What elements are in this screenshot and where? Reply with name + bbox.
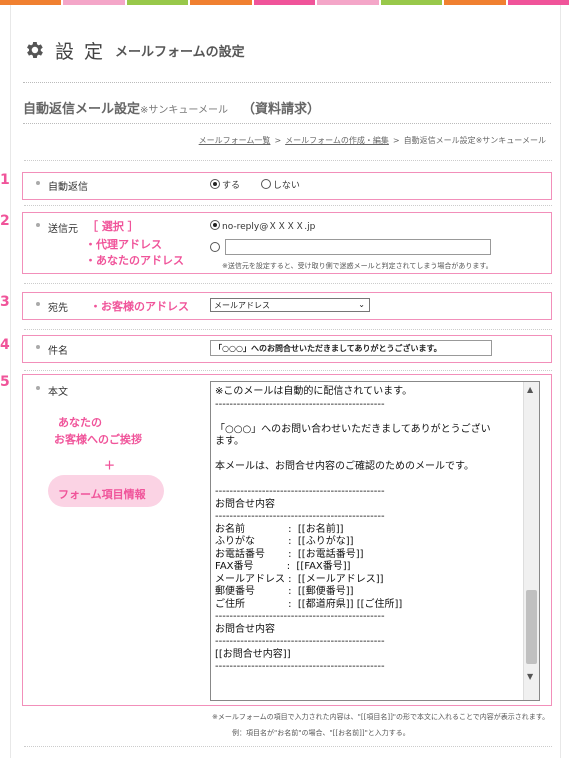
- bullet-icon: [36, 345, 40, 349]
- sender-note: ※送信元を設定すると、受け取り側で迷惑メールと判定されてしまう場合があります。: [222, 262, 493, 270]
- step-number-2: 2: [0, 213, 10, 229]
- auto-reply-options: する しない: [210, 178, 300, 191]
- sender-custom-input[interactable]: [225, 239, 491, 255]
- sender-annotation-proxy: ・代理アドレス: [85, 238, 162, 251]
- sender-option-1-label: no-reply@ＸＸＸＸ.jp: [222, 222, 316, 232]
- auto-reply-yes-label: する: [222, 181, 241, 191]
- body-textarea[interactable]: ※このメールは自動的に配信されています。 -------------------…: [210, 381, 540, 701]
- row-divider: [24, 160, 552, 161]
- scroll-down-icon[interactable]: ▼: [527, 672, 533, 681]
- step-number-3: 3: [0, 294, 10, 310]
- recipient-label: 宛先: [48, 303, 68, 314]
- section-title-paren: （資料請求）: [242, 102, 321, 117]
- recipient-annotation: ・お客様のアドレス: [90, 300, 189, 313]
- auto-reply-no[interactable]: しない: [260, 179, 300, 191]
- body-annotation-yours: あなたの: [58, 416, 102, 429]
- divider: [23, 82, 551, 83]
- section-title: 自動返信メール設定※サンキューメール （資料請求）: [23, 98, 320, 117]
- step-number-1: 1: [0, 172, 10, 188]
- radio-on-icon[interactable]: [210, 220, 220, 230]
- subject-label: 件名: [48, 346, 68, 357]
- body-label: 本文: [48, 387, 68, 398]
- radio-on-icon[interactable]: [210, 179, 220, 189]
- sender-option-2[interactable]: [210, 242, 222, 254]
- row-divider: [24, 746, 552, 747]
- step-number-4: 4: [0, 337, 10, 353]
- sender-option-1[interactable]: no-reply@ＸＸＸＸ.jp: [210, 219, 315, 232]
- bullet-icon: [36, 181, 40, 185]
- radio-off-icon[interactable]: [260, 179, 271, 189]
- breadcrumb: メールフォーム一覧 > メールフォームの作成・編集 > 自動返信メール設定※サンキューメ…: [199, 135, 546, 146]
- row-divider: [24, 329, 552, 330]
- bullet-icon: [36, 302, 40, 306]
- body-text: ※このメールは自動的に配信されています。 -------------------…: [215, 386, 491, 672]
- row-divider: [24, 370, 552, 371]
- gear-icon: [27, 42, 43, 58]
- body-scrollbar[interactable]: ▲ ▼: [523, 382, 539, 700]
- page-title: 設 定: [55, 40, 106, 63]
- breadcrumb-sep: >: [274, 136, 282, 145]
- bullet-icon: [36, 386, 40, 390]
- recipient-select[interactable]: メールアドレス ⌄: [210, 298, 370, 312]
- bullet-icon: [36, 223, 40, 227]
- divider: [23, 123, 551, 124]
- radio-off-icon[interactable]: [210, 242, 220, 252]
- row-divider: [24, 283, 552, 284]
- breadcrumb-sep: >: [392, 136, 400, 145]
- auto-reply-no-label: しない: [272, 181, 300, 191]
- recipient-selected-value: メールアドレス: [214, 301, 270, 310]
- body-note-1: ※メールフォームの項目で入力された内容は、"[[項目名]]"の形で本文に入れるこ…: [212, 713, 550, 721]
- body-annotation-greeting: お客様へのご挨拶: [54, 433, 142, 446]
- breadcrumb-link-list[interactable]: メールフォーム一覧: [199, 136, 271, 145]
- scroll-thumb[interactable]: [526, 590, 537, 664]
- auto-reply-label: 自動返信: [48, 182, 88, 193]
- section-title-note: ※サンキューメール: [140, 105, 228, 116]
- page-subtitle: メールフォームの設定: [115, 44, 245, 60]
- scroll-up-icon[interactable]: ▲: [527, 385, 533, 394]
- row-divider: [24, 205, 552, 206]
- section-title-main: 自動返信メール設定: [23, 102, 141, 117]
- body-annotation-plus: ＋: [104, 459, 115, 472]
- auto-reply-yes[interactable]: する: [210, 179, 241, 191]
- breadcrumb-link-edit[interactable]: メールフォームの作成・編集: [285, 136, 389, 145]
- subject-input[interactable]: 「○○○」へのお問合せいただきましてありがとうございます。: [210, 340, 492, 356]
- step-number-5: 5: [0, 374, 10, 390]
- body-note-2: 例：項目名が"お名前"の場合、"[[お名前]]"と入力する。: [232, 729, 410, 737]
- sender-annotation-yours: ・あなたのアドレス: [85, 254, 184, 267]
- sender-annotation-select: ［ 選択 ］: [87, 220, 139, 233]
- breadcrumb-current: 自動返信メール設定※サンキューメール: [403, 136, 546, 145]
- sender-label: 送信元: [48, 224, 78, 235]
- body-annotation-form-fields: フォーム項目情報: [58, 488, 146, 501]
- page-header: 設 定 メールフォームの設定: [23, 35, 245, 65]
- chevron-down-icon: ⌄: [358, 300, 365, 309]
